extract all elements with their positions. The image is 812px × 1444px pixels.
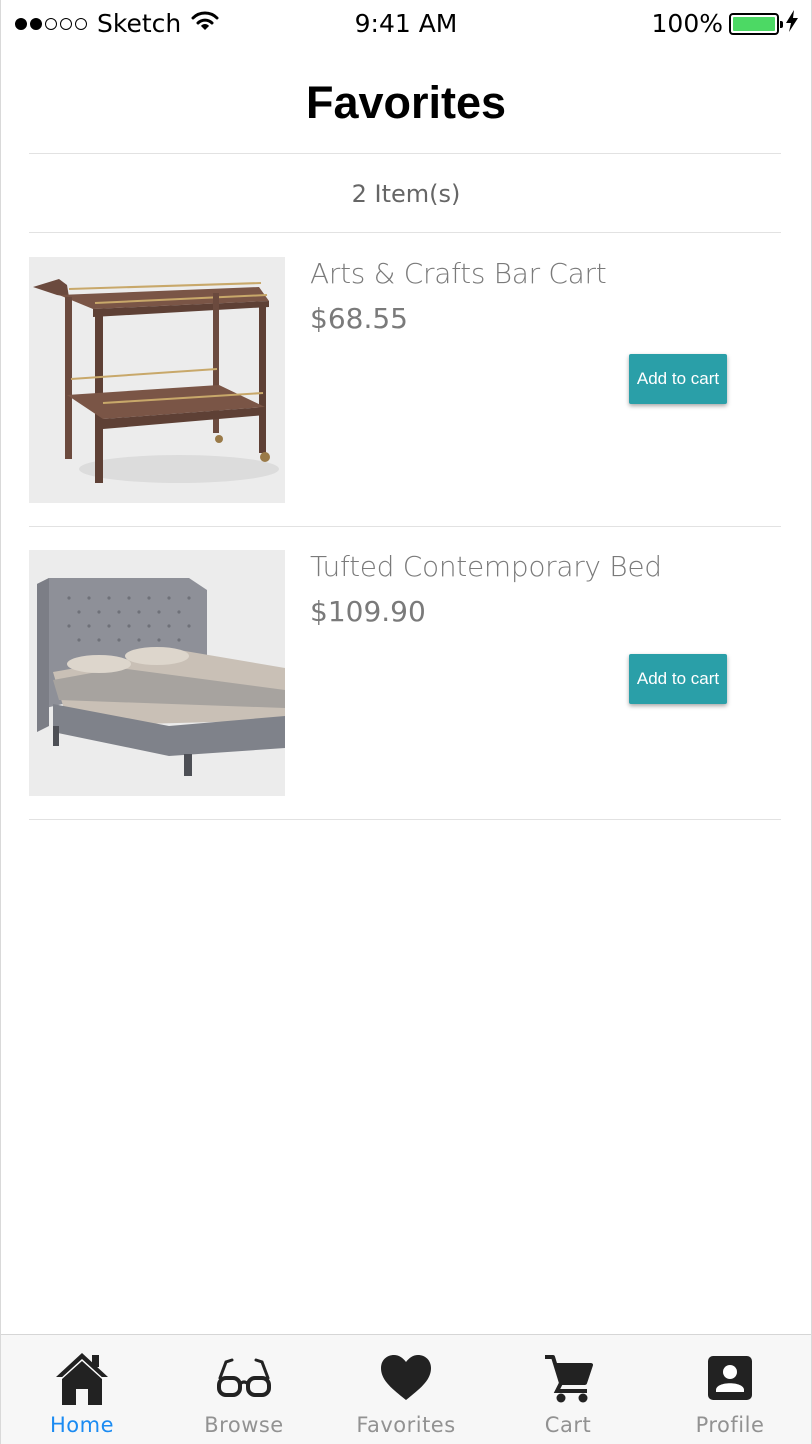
status-bar-right: 100% [652, 9, 799, 38]
tab-favorites[interactable]: Favorites [325, 1335, 487, 1444]
bar-cart-image[interactable] [29, 257, 285, 503]
product-name[interactable]: Tufted Contemporary Bed [310, 550, 662, 583]
tab-cart[interactable]: Cart [487, 1335, 649, 1444]
tab-home[interactable]: Home [1, 1335, 163, 1444]
heart-icon [376, 1349, 436, 1407]
product-price: $109.90 [310, 595, 426, 628]
tab-label: Browse [204, 1413, 284, 1437]
tab-profile[interactable]: Profile [649, 1335, 811, 1444]
tufted-bed-image[interactable] [29, 550, 285, 796]
item-count: 2 Item(s) [351, 180, 461, 208]
row-divider [29, 819, 781, 820]
tab-browse[interactable]: Browse [163, 1335, 325, 1444]
tab-label: Favorites [356, 1413, 456, 1437]
cart-icon [538, 1349, 598, 1407]
product-price: $68.55 [310, 302, 408, 335]
favorites-screen: Sketch 9:41 AM 100% Favorites 2 Item(s) … [0, 0, 812, 1444]
tab-bar: Home Browse Favorites Cart Profile [1, 1334, 811, 1444]
home-icon [52, 1349, 112, 1407]
page-title: Favorites [305, 77, 507, 128]
battery-level [733, 16, 775, 31]
tab-label: Home [49, 1413, 114, 1437]
header-divider [29, 153, 781, 154]
add-to-cart-button[interactable]: Add to cart [629, 354, 727, 404]
add-to-cart-button[interactable]: Add to cart [629, 654, 727, 704]
tab-label: Profile [695, 1413, 765, 1437]
tab-label: Cart [544, 1413, 592, 1437]
charging-bolt-icon [785, 9, 799, 38]
battery-cap [780, 20, 783, 28]
product-name[interactable]: Arts & Crafts Bar Cart [310, 257, 607, 290]
glasses-icon [214, 1349, 274, 1407]
favorite-item: Arts & Crafts Bar Cart $68.55 Add to car… [29, 233, 781, 527]
favorite-item: Tufted Contemporary Bed $109.90 Add to c… [29, 526, 781, 820]
battery-icon [729, 12, 783, 35]
status-bar: Sketch 9:41 AM 100% [1, 0, 811, 48]
battery-percent: 100% [651, 9, 723, 38]
profile-icon [700, 1349, 760, 1407]
